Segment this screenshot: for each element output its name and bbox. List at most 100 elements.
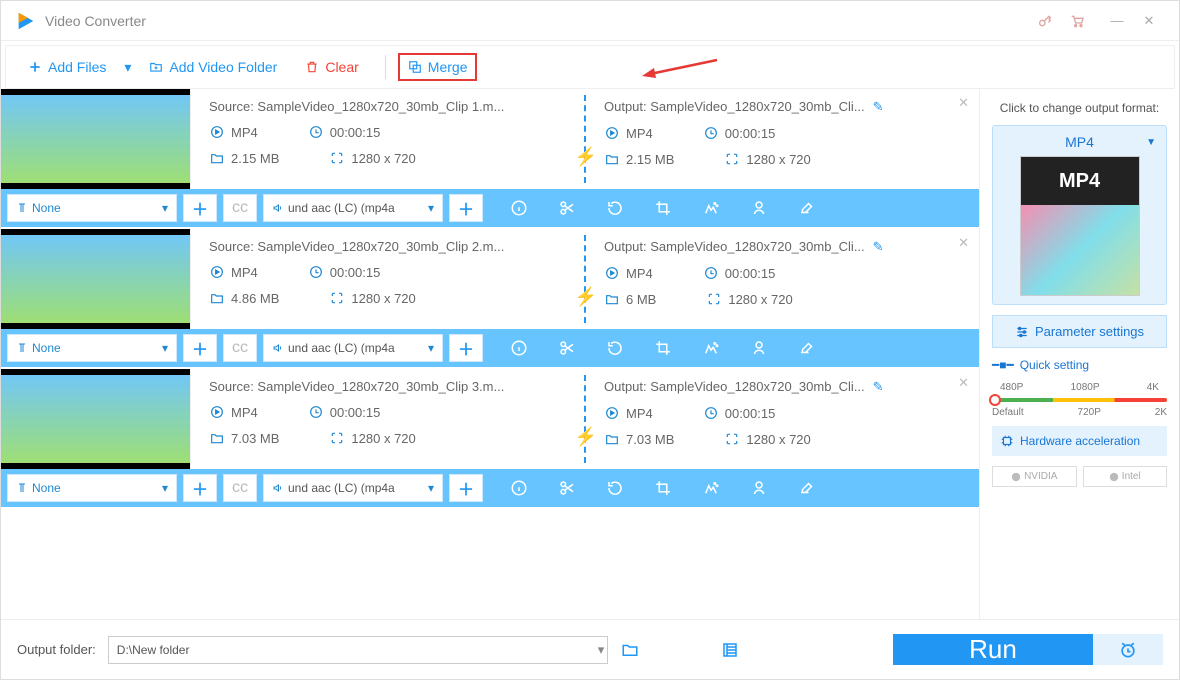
clock-icon — [308, 124, 324, 140]
remove-clip-button[interactable]: ✕ — [958, 95, 969, 111]
remove-clip-button[interactable]: ✕ — [958, 375, 969, 391]
merge-button[interactable]: Merge — [398, 53, 478, 81]
audio-track-select[interactable]: und aac (LC) (mp4a▾ — [263, 474, 443, 502]
quality-slider[interactable]: 480P1080P4K Default720P2K — [992, 382, 1167, 416]
watermark-icon[interactable] — [749, 478, 769, 498]
trash-icon — [305, 60, 319, 74]
schedule-button[interactable] — [1093, 634, 1163, 665]
edit-icon[interactable]: ✎ — [873, 379, 884, 394]
add-subtitle-button[interactable]: ＋ — [183, 194, 217, 222]
chevron-down-icon[interactable]: ▾ — [598, 642, 605, 658]
rotate-icon[interactable] — [605, 478, 625, 498]
format-icon — [604, 405, 620, 421]
clear-button[interactable]: Clear — [291, 53, 372, 81]
info-icon[interactable] — [509, 338, 529, 358]
info-icon[interactable] — [509, 478, 529, 498]
subtitle-edit-icon[interactable] — [797, 338, 817, 358]
watermark-icon[interactable] — [749, 198, 769, 218]
clip-controls: None▾ ＋ cc und aac (LC) (mp4a▾ ＋ — [1, 329, 979, 367]
add-files-button[interactable]: Add Files — [14, 53, 120, 81]
filter-button[interactable] — [716, 636, 744, 664]
output-folder-input[interactable] — [108, 636, 608, 664]
format-thumbnail: MP4 — [1020, 156, 1140, 296]
effects-icon[interactable] — [701, 478, 721, 498]
audio-track-select[interactable]: und aac (LC) (mp4a▾ — [263, 194, 443, 222]
toolbar-divider — [385, 55, 386, 79]
add-files-dropdown[interactable]: ▾ — [120, 53, 135, 82]
add-subtitle-button[interactable]: ＋ — [183, 474, 217, 502]
crop-icon[interactable] — [653, 478, 673, 498]
rotate-icon[interactable] — [605, 198, 625, 218]
resolution-icon — [706, 291, 722, 307]
resolution-icon — [329, 430, 345, 446]
folder-icon — [209, 150, 225, 166]
output-folder-label: Output folder: — [17, 642, 96, 657]
main-toolbar: Add Files ▾ Add Video Folder Clear Merge — [5, 45, 1175, 89]
clip-thumbnail[interactable] — [1, 89, 191, 189]
output-info: Output: SampleVideo_1280x720_30mb_Cli...… — [586, 229, 979, 329]
folder-icon — [604, 291, 620, 307]
clip-thumbnail[interactable] — [1, 229, 191, 329]
scissors-icon[interactable] — [557, 338, 577, 358]
cart-icon[interactable] — [1069, 13, 1101, 29]
subtitle-edit-icon[interactable] — [797, 478, 817, 498]
add-audio-button[interactable]: ＋ — [449, 194, 483, 222]
edit-icon[interactable]: ✎ — [873, 239, 884, 254]
parameter-settings-button[interactable]: Parameter settings — [992, 315, 1167, 348]
rotate-icon[interactable] — [605, 338, 625, 358]
format-icon — [209, 404, 225, 420]
source-path: Source: SampleVideo_1280x720_30mb_Clip 3… — [209, 379, 566, 394]
cc-button[interactable]: cc — [223, 194, 257, 222]
add-files-label: Add Files — [48, 59, 106, 75]
add-audio-button[interactable]: ＋ — [449, 474, 483, 502]
app-title: Video Converter — [45, 13, 146, 29]
clock-icon — [703, 405, 719, 421]
effects-icon[interactable] — [701, 198, 721, 218]
output-format-card[interactable]: MP4▼ MP4 — [992, 125, 1167, 305]
folder-icon — [209, 290, 225, 306]
edit-icon[interactable]: ✎ — [873, 99, 884, 114]
hardware-accel-button[interactable]: Hardware acceleration — [992, 426, 1167, 456]
clock-icon — [703, 125, 719, 141]
merge-label: Merge — [428, 59, 468, 75]
effects-icon[interactable] — [701, 338, 721, 358]
clip-list: Source: SampleVideo_1280x720_30mb_Clip 1… — [1, 89, 979, 619]
key-icon[interactable] — [1037, 13, 1069, 29]
subtitle-select[interactable]: None▾ — [7, 474, 177, 502]
output-info: Output: SampleVideo_1280x720_30mb_Cli...… — [586, 369, 979, 469]
scissors-icon[interactable] — [557, 198, 577, 218]
merge-icon — [408, 60, 422, 74]
info-icon[interactable] — [509, 198, 529, 218]
format-icon — [209, 264, 225, 280]
subtitle-select[interactable]: None▾ — [7, 334, 177, 362]
app-logo-icon — [15, 10, 37, 32]
clip-thumbnail[interactable] — [1, 369, 191, 469]
quick-setting-label: Quick setting — [1020, 358, 1089, 372]
subtitle-edit-icon[interactable] — [797, 198, 817, 218]
gpu-chip: Intel — [1083, 466, 1168, 487]
cc-button[interactable]: cc — [223, 334, 257, 362]
scissors-icon[interactable] — [557, 478, 577, 498]
clip-row: Source: SampleVideo_1280x720_30mb_Clip 3… — [1, 369, 979, 507]
source-path: Source: SampleVideo_1280x720_30mb_Clip 1… — [209, 99, 566, 114]
run-button[interactable]: Run — [893, 634, 1093, 665]
parameter-settings-label: Parameter settings — [1035, 324, 1144, 339]
close-button[interactable]: ✕ — [1133, 13, 1165, 29]
subtitle-select[interactable]: None▾ — [7, 194, 177, 222]
crop-icon[interactable] — [653, 198, 673, 218]
add-folder-button[interactable]: Add Video Folder — [135, 53, 291, 81]
add-audio-button[interactable]: ＋ — [449, 334, 483, 362]
minimize-button[interactable]: — — [1101, 13, 1133, 28]
add-subtitle-button[interactable]: ＋ — [183, 334, 217, 362]
resolution-icon — [329, 290, 345, 306]
cc-button[interactable]: cc — [223, 474, 257, 502]
watermark-icon[interactable] — [749, 338, 769, 358]
format-icon — [604, 125, 620, 141]
output-path: Output: SampleVideo_1280x720_30mb_Cli...… — [604, 379, 961, 395]
quick-setting-header: ━■━ Quick setting — [992, 358, 1167, 372]
audio-track-select[interactable]: und aac (LC) (mp4a▾ — [263, 334, 443, 362]
crop-icon[interactable] — [653, 338, 673, 358]
browse-folder-button[interactable] — [616, 636, 644, 664]
run-label: Run — [969, 634, 1017, 665]
remove-clip-button[interactable]: ✕ — [958, 235, 969, 251]
